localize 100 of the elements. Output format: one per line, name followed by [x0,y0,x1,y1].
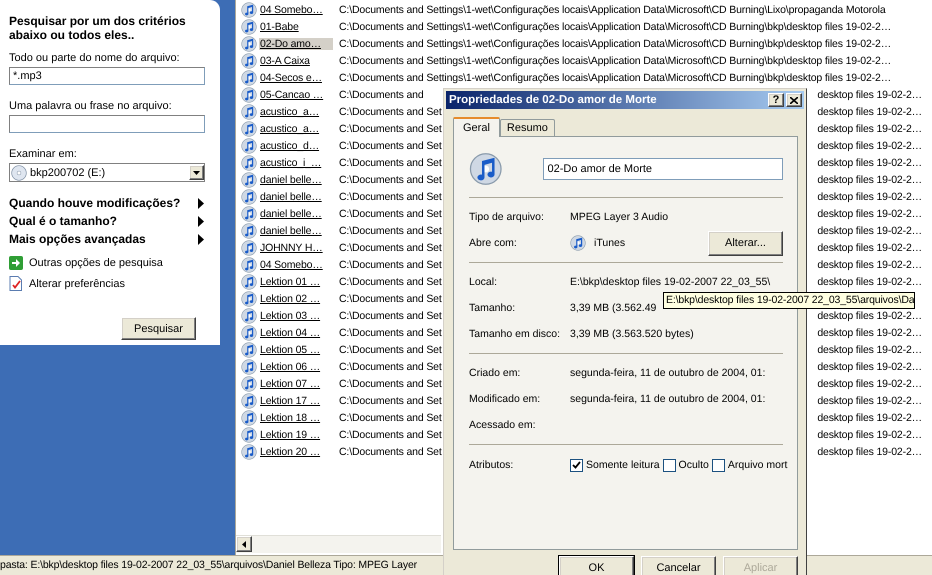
expand-arrow-icon[interactable] [198,234,204,244]
file-name-link[interactable]: Lektion 03 … [259,310,333,322]
file-path: desktop files 19-02-2… [817,344,922,356]
file-name-link[interactable]: Lektion 19 … [259,428,333,440]
file-name-link[interactable]: 02-Do amo… [259,38,333,50]
phrase-field[interactable] [9,115,205,133]
file-path: desktop files 19-02-2… [817,378,922,390]
file-name-link[interactable]: daniel belle… [259,224,333,236]
close-button[interactable] [786,93,802,107]
dialog-tab[interactable]: Geral [453,117,500,137]
file-path: desktop files 19-02-2… [817,190,922,202]
close-icon [790,96,798,104]
file-path: C:\Documents and Set [339,190,442,202]
property-value: MPEG Layer 3 Audio [570,211,668,223]
file-name-link[interactable]: Lektion 05 … [259,344,333,356]
expander-link[interactable]: Qual é o tamanho? [9,214,118,228]
file-name-link[interactable]: Lektion 18 … [259,412,333,424]
search-option-link[interactable]: Outras opções de pesquisa [29,257,163,269]
file-name-link[interactable]: Lektion 01 … [259,276,333,288]
file-name-link[interactable]: 05-Cancao … [259,88,333,100]
file-name-link[interactable]: daniel belle… [259,174,333,186]
file-name-link[interactable]: 04 Somebo… [259,258,333,270]
file-path: C:\Documents and Set [339,224,442,236]
file-path: C:\Documents and Set [339,174,442,186]
field-label: Todo ou parte do nome do arquivo: [9,52,181,64]
property-label: Abre com: [469,237,518,249]
file-path: desktop files 19-02-2… [817,446,922,458]
music-file-icon [241,120,257,136]
checkbox[interactable] [570,458,583,472]
expander-link[interactable]: Mais opções avançadas [9,232,146,246]
file-name-link[interactable]: daniel belle… [259,208,333,220]
file-path: desktop files 19-02-2… [817,310,922,322]
file-name-link[interactable]: 01-Babe [259,20,333,32]
dialog-button[interactable]: Cancelar [641,556,716,575]
property-label: Tamanho em disco: [469,328,562,340]
file-name-link[interactable]: 04-Secos e… [259,72,333,84]
file-name-link[interactable]: 04 Somebo… [259,4,333,16]
music-file-icon [241,18,257,34]
file-path: C:\Documents and Settings\1-wet\Configurações locais\Application Data\Microsoft\CD Burning\bkp\desktop files 19-02-2… [339,54,892,66]
file-name-link[interactable]: Lektion 17 … [259,394,333,406]
property-label: Tipo de arquivo: [469,211,545,223]
music-file-icon [241,52,257,68]
music-file-icon [241,274,257,290]
search-button[interactable]: Pesquisar [121,317,196,340]
music-file-icon [241,70,257,86]
music-file-icon [241,36,257,52]
tooltip-text: E:\bkp\desktop files 19-02-2007 22_03_55\arquivos\Da [666,294,914,306]
checkbox-label: Somente leitura [586,459,660,471]
music-file-icon [241,256,257,272]
status-text: pasta: E:\bkp\desktop files 19-02-2007 22_03_55\arquivos\Daniel Belleza Tipo: MPEG Layer [0,559,417,571]
file-path: C:\Documents and Set [339,156,442,168]
file-name-link[interactable]: Lektion 04 … [259,326,333,338]
dialog-button[interactable]: OK [559,556,634,575]
file-name-link[interactable]: acustico_a… [259,106,333,118]
music-file-icon [241,138,257,154]
file-path: desktop files 19-02-2… [817,276,922,288]
music-file-icon [241,206,257,222]
expander-link[interactable]: Quando houve modificações? [9,196,180,210]
music-file-icon [241,290,257,306]
field-label: Examinar em: [9,148,78,160]
file-name-link[interactable]: Lektion 07 … [259,378,333,390]
file-name-link[interactable]: acustico_i_… [259,156,333,168]
caret-icon [193,170,200,174]
forward-arrow-icon [9,256,23,270]
file-path: desktop files 19-02-2… [817,156,922,168]
expand-arrow-icon[interactable] [198,216,204,226]
dialog-tab[interactable]: Resumo [500,119,555,136]
checkbox-label: Arquivo mort [728,459,788,471]
file-name-link[interactable]: 03-A Caixa [259,54,333,66]
file-name-link[interactable]: acustico_a… [259,122,333,134]
file-path: C:\Documents and Settings\1-wet\Configurações locais\Application Data\Microsoft\CD Burning\bkp\desktop files 19-02-2… [339,38,892,50]
file-path: desktop files 19-02-2… [817,174,922,186]
file-name-field[interactable]: 02-Do amor de Morte [542,158,783,180]
property-value: 3,39 MB (3.563.520 bytes) [570,328,694,340]
file-name-link[interactable]: Lektion 06 … [259,360,333,372]
file-name-field[interactable]: *.mp3 [9,67,205,85]
file-name-link[interactable]: JOHNNY H… [259,242,333,254]
checkbox[interactable] [662,458,676,472]
music-file-icon [241,392,257,408]
file-path: C:\Documents and Set [339,258,442,270]
checkbox[interactable] [712,458,725,472]
help-button[interactable]: ? [768,93,784,107]
file-path: desktop files 19-02-2… [817,140,922,152]
file-name-link[interactable]: Lektion 02 … [259,292,333,304]
file-path: C:\Documents and Set [339,122,442,134]
expand-arrow-icon[interactable] [198,198,204,208]
music-file-icon [469,152,502,186]
scroll-left-button[interactable] [236,536,252,552]
change-button[interactable]: Alterar... [708,230,783,256]
horizontal-scrollbar[interactable] [236,535,441,553]
file-path: desktop files 19-02-2… [817,242,922,254]
checkbox-label: Oculto [678,459,709,471]
file-path: desktop files 19-02-2… [817,394,922,406]
file-name-link[interactable]: acustico_d… [259,140,333,152]
search-option-link[interactable]: Alterar preferências [29,278,125,290]
file-path: C:\Documents and Set [339,208,442,220]
file-name-link[interactable]: Lektion 20 … [259,446,333,458]
drive-dropdown[interactable]: bkp200702 (E:) [9,163,205,182]
music-file-icon [241,426,257,442]
file-name-link[interactable]: daniel belle… [259,190,333,202]
